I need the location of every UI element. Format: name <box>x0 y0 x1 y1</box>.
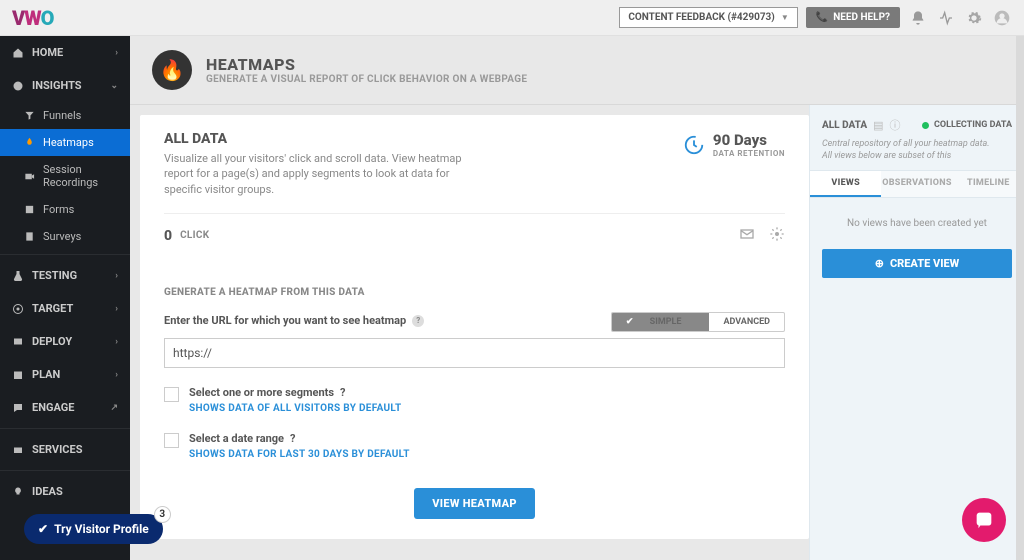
plus-icon: ⊕ <box>875 257 884 270</box>
daterange-label: Select a date range <box>189 432 284 445</box>
create-view-button[interactable]: ⊕CREATE VIEW <box>822 249 1012 278</box>
info-icon[interactable]: ? <box>340 386 345 399</box>
url-label: Enter the URL for which you want to see … <box>164 314 406 327</box>
sidebar: HOME› INSIGHTS⌄ Funnels Heatmaps Session… <box>0 36 130 560</box>
view-heatmap-button[interactable]: VIEW HEATMAP <box>414 488 535 519</box>
empty-state: No views have been created yet <box>810 198 1024 249</box>
phone-icon: 📞 <box>816 12 828 23</box>
tab-views[interactable]: VIEWS <box>810 171 881 197</box>
all-data-section: ALL DATA Visualize all your visitors' cl… <box>164 131 785 214</box>
logo[interactable]: VWO <box>12 6 53 30</box>
status-dot-icon <box>922 122 929 129</box>
clock-icon <box>683 134 705 156</box>
list-icon[interactable]: ▤ <box>873 119 883 132</box>
chevron-right-icon: › <box>115 48 118 58</box>
url-input[interactable] <box>164 338 785 368</box>
sidebar-item-forms[interactable]: Forms <box>0 196 130 223</box>
visitor-profile-button[interactable]: ✔ Try Visitor Profile 3 <box>24 514 163 544</box>
chevron-down-icon: ▼ <box>781 13 789 22</box>
all-data-title: ALL DATA <box>164 131 464 147</box>
sidebar-item-heatmaps[interactable]: Heatmaps <box>0 129 130 156</box>
avatar[interactable] <box>992 8 1012 28</box>
external-link-icon: ↗ <box>110 403 118 413</box>
click-label: CLICK <box>180 230 209 241</box>
tab-timeline[interactable]: TIMELINE <box>953 171 1024 197</box>
page-subtitle: GENERATE A VISUAL REPORT OF CLICK BEHAVI… <box>206 74 527 85</box>
activity-icon[interactable] <box>936 8 956 28</box>
sidebar-item-funnels[interactable]: Funnels <box>0 102 130 129</box>
daterange-checkbox[interactable] <box>164 433 179 448</box>
mode-advanced[interactable]: ADVANCED <box>709 313 784 331</box>
feedback-dropdown[interactable]: CONTENT FEEDBACK (#429073) ▼ <box>619 7 797 28</box>
badge-count: 3 <box>154 506 171 523</box>
segments-label: Select one or more segments <box>189 386 334 399</box>
page-header: 🔥 HEATMAPS GENERATE A VISUAL REPORT OF C… <box>130 36 1024 105</box>
sidebar-services[interactable]: SERVICES <box>0 433 130 466</box>
retention-label: DATA RETENTION <box>713 149 785 158</box>
daterange-hint: SHOWS DATA FOR LAST 30 DAYS BY DEFAULT <box>189 449 410 460</box>
all-data-desc: Visualize all your visitors' click and s… <box>164 151 464 197</box>
sidebar-insights[interactable]: INSIGHTS⌄ <box>0 69 130 102</box>
mode-simple[interactable]: ✔ SIMPLE <box>612 313 710 331</box>
url-mode-toggle[interactable]: ✔ SIMPLE ADVANCED <box>611 312 785 332</box>
help-label: NEED HELP? <box>833 12 890 23</box>
sidebar-plan[interactable]: PLAN› <box>0 358 130 391</box>
click-count: 0 <box>164 228 172 244</box>
segments-checkbox[interactable] <box>164 387 179 402</box>
sidebar-item-recordings[interactable]: Session Recordings <box>0 156 130 196</box>
sidebar-testing[interactable]: TESTING› <box>0 259 130 292</box>
status-badge: COLLECTING DATA <box>922 120 1012 130</box>
sidebar-deploy[interactable]: DEPLOY› <box>0 325 130 358</box>
sidebar-home[interactable]: HOME› <box>0 36 130 69</box>
feedback-label: CONTENT FEEDBACK (#429073) <box>628 12 775 23</box>
panel-desc: Central repository of all your heatmap d… <box>822 139 1012 162</box>
heatmap-icon: 🔥 <box>152 50 192 90</box>
retention-value: 90 Days <box>713 131 785 149</box>
check-icon: ✔ <box>38 522 48 536</box>
sidebar-ideas[interactable]: IDEAS <box>0 475 130 508</box>
tab-observations[interactable]: OBSERVATIONS <box>881 171 952 197</box>
right-panel: ALL DATA ▤ ⓘ COLLECTING DATA Central rep… <box>809 105 1024 560</box>
info-icon[interactable]: ? <box>290 432 295 445</box>
gear-icon[interactable] <box>964 8 984 28</box>
info-icon[interactable]: ⓘ <box>890 117 901 133</box>
help-button[interactable]: 📞 NEED HELP? <box>806 7 900 28</box>
chevron-down-icon: ⌄ <box>110 81 118 91</box>
generate-heading: GENERATE A HEATMAP FROM THIS DATA <box>164 287 785 298</box>
segments-hint: SHOWS DATA OF ALL VISITORS BY DEFAULT <box>189 403 402 414</box>
intercom-button[interactable] <box>962 498 1006 542</box>
panel-title: ALL DATA <box>822 120 867 131</box>
sidebar-target[interactable]: TARGET› <box>0 292 130 325</box>
page-title: HEATMAPS <box>206 55 527 74</box>
sidebar-engage[interactable]: ENGAGE↗ <box>0 391 130 424</box>
sidebar-item-surveys[interactable]: Surveys <box>0 223 130 250</box>
top-bar: VWO CONTENT FEEDBACK (#429073) ▼ 📞 NEED … <box>0 0 1024 36</box>
info-icon[interactable]: ? <box>412 315 424 327</box>
settings-icon[interactable] <box>769 226 785 245</box>
scrollbar[interactable] <box>1016 36 1024 560</box>
mail-icon[interactable] <box>739 226 755 245</box>
notifications-icon[interactable] <box>908 8 928 28</box>
